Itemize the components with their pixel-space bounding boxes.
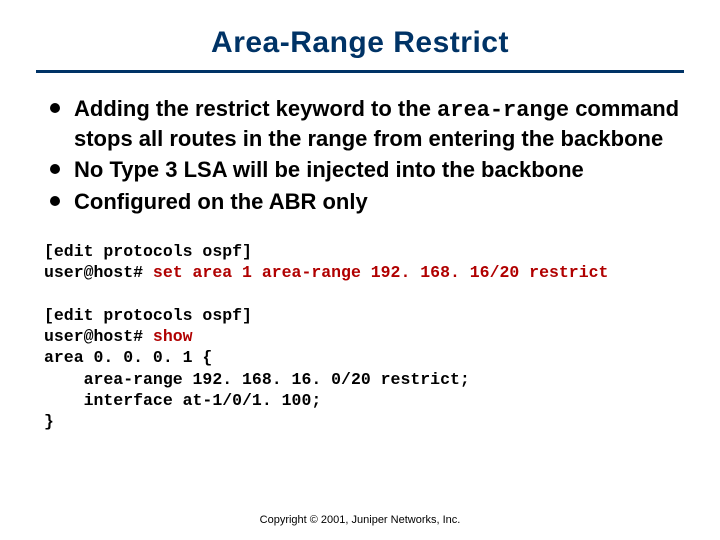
terminal-input: show — [153, 327, 193, 346]
page-title: Area-Range Restrict — [40, 26, 680, 60]
terminal-prompt: user@host# — [44, 263, 153, 282]
bullet-code: area-range — [437, 98, 569, 123]
terminal-input: set area 1 area-range 192. 168. 16/20 re… — [153, 263, 608, 282]
bullet-item: Configured on the ABR only — [48, 188, 680, 216]
terminal-output-line: area-range 192. 168. 16. 0/20 restrict; — [44, 370, 470, 389]
terminal-context: [edit protocols ospf] — [44, 242, 252, 261]
bullet-text-pre: Configured on the ABR only — [74, 189, 368, 214]
terminal-context: [edit protocols ospf] — [44, 306, 252, 325]
terminal-block-1: [edit protocols ospf] user@host# set are… — [44, 241, 680, 283]
bullet-list: Adding the restrict keyword to the area-… — [48, 95, 680, 215]
bullet-item: Adding the restrict keyword to the area-… — [48, 95, 680, 152]
terminal-prompt: user@host# — [44, 327, 153, 346]
copyright-footer: Copyright © 2001, Juniper Networks, Inc. — [0, 514, 720, 526]
bullet-text-pre: No Type 3 LSA will be injected into the … — [74, 157, 584, 182]
bullet-text-pre: Adding the restrict keyword to the — [74, 96, 437, 121]
terminal-output-line: interface at-1/0/1. 100; — [44, 391, 321, 410]
bullet-item: No Type 3 LSA will be injected into the … — [48, 156, 680, 184]
terminal-block-2: [edit protocols ospf] user@host# show ar… — [44, 305, 680, 432]
title-rule — [36, 70, 684, 73]
terminal-output-line: } — [44, 412, 54, 431]
terminal-output-line: area 0. 0. 0. 1 { — [44, 348, 212, 367]
slide: Area-Range Restrict Adding the restrict … — [0, 0, 720, 540]
